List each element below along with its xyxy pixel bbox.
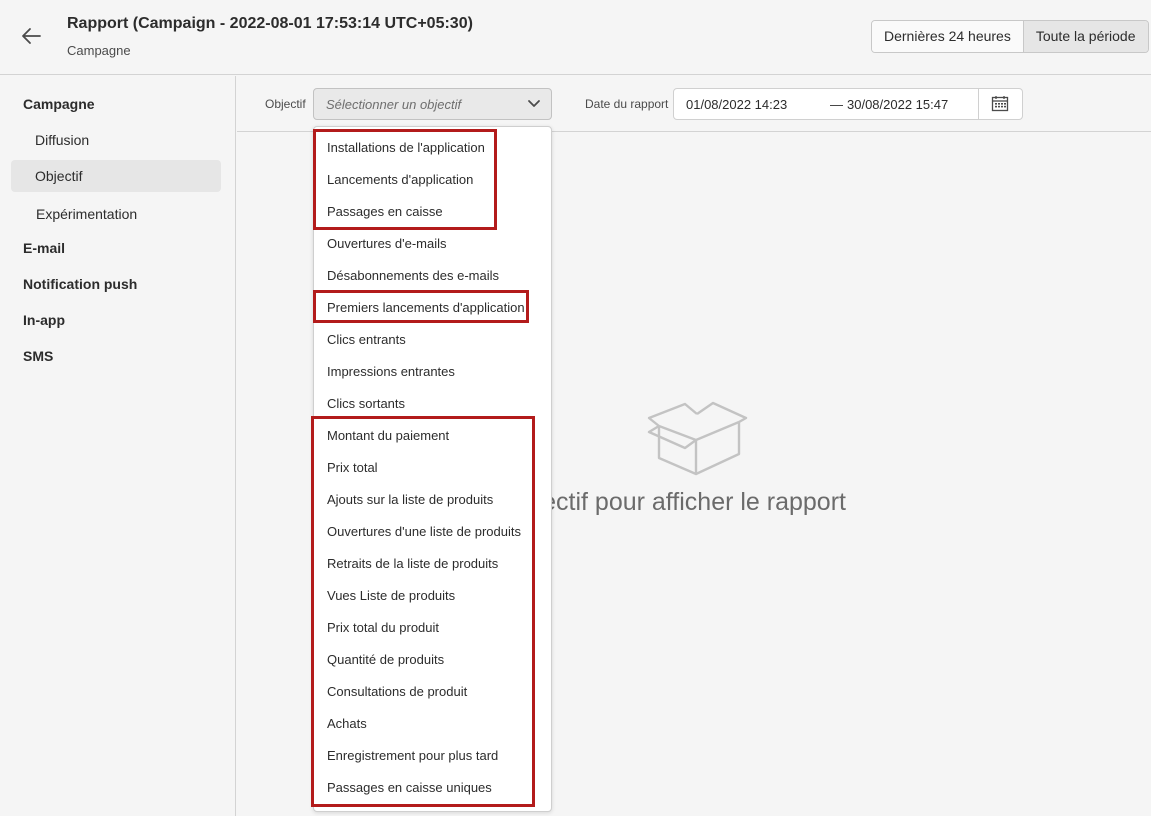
- option-product-quantity[interactable]: Quantité de produits: [327, 652, 444, 667]
- option-product-list-opens[interactable]: Ouvertures d'une liste de produits: [327, 524, 521, 539]
- option-product-total-price[interactable]: Prix total du produit: [327, 620, 439, 635]
- back-button[interactable]: [18, 24, 44, 48]
- option-outbound-clicks[interactable]: Clics sortants: [327, 396, 405, 411]
- option-email-opens[interactable]: Ouvertures d'e-mails: [327, 236, 447, 251]
- option-product-views[interactable]: Consultations de produit: [327, 684, 467, 699]
- sidebar-item-campagne[interactable]: Campagne: [23, 96, 95, 112]
- last-24-hours-button[interactable]: Dernières 24 heures: [872, 21, 1023, 52]
- option-total-price[interactable]: Prix total: [327, 460, 378, 475]
- sidebar-item-objectif[interactable]: Objectif: [35, 168, 82, 184]
- sidebar-item-in-app[interactable]: In-app: [23, 312, 65, 328]
- option-inbound-clicks[interactable]: Clics entrants: [327, 332, 406, 347]
- date-start-value: 01/08/2022 14:23: [686, 97, 788, 112]
- option-product-list-adds[interactable]: Ajouts sur la liste de produits: [327, 492, 493, 507]
- objective-dropdown-menu: Installations de l'application Lancement…: [313, 126, 552, 812]
- option-save-for-later[interactable]: Enregistrement pour plus tard: [327, 748, 498, 763]
- sidebar-item-sms[interactable]: SMS: [23, 348, 53, 364]
- option-purchases[interactable]: Achats: [327, 716, 367, 731]
- option-checkouts[interactable]: Passages en caisse: [327, 204, 443, 219]
- all-time-button[interactable]: Toute la période: [1022, 21, 1148, 52]
- calendar-button[interactable]: [978, 89, 1022, 119]
- empty-box-icon: [647, 401, 748, 476]
- option-email-unsubscribes[interactable]: Désabonnements des e-mails: [327, 268, 499, 283]
- report-date-range-field[interactable]: 01/08/2022 14:23 — 30/08/2022 15:47: [673, 88, 1023, 120]
- objective-placeholder: Sélectionner un objectif: [326, 97, 462, 112]
- arrow-left-icon: [22, 28, 41, 44]
- option-app-launches[interactable]: Lancements d'application: [327, 172, 473, 187]
- option-unique-checkouts[interactable]: Passages en caisse uniques: [327, 780, 492, 795]
- option-first-app-launches[interactable]: Premiers lancements d'application: [327, 300, 525, 315]
- option-product-list-views[interactable]: Vues Liste de produits: [327, 588, 455, 603]
- objective-select[interactable]: Sélectionner un objectif: [313, 88, 552, 120]
- calendar-icon: [991, 96, 1009, 112]
- chevron-down-icon: [528, 100, 540, 107]
- time-range-toggle: Dernières 24 heures Toute la période: [871, 20, 1149, 53]
- option-payment-amount[interactable]: Montant du paiement: [327, 428, 449, 443]
- date-end-value: 30/08/2022 15:47: [847, 97, 949, 112]
- sidebar-item-experimentation[interactable]: Expérimentation: [36, 206, 137, 222]
- date-separator: —: [830, 97, 843, 112]
- option-product-list-removals[interactable]: Retraits de la liste de produits: [327, 556, 498, 571]
- sidebar-item-diffusion[interactable]: Diffusion: [35, 132, 89, 148]
- option-app-installs[interactable]: Installations de l'application: [327, 140, 485, 155]
- report-date-label: Date du rapport: [585, 97, 669, 111]
- option-inbound-impressions[interactable]: Impressions entrantes: [327, 364, 455, 379]
- sidebar: Campagne Diffusion Objectif Expérimentat…: [0, 76, 236, 816]
- page-subtitle: Campagne: [67, 43, 131, 58]
- page-title: Rapport (Campaign - 2022-08-01 17:53:14 …: [67, 15, 473, 32]
- sidebar-item-push-notification[interactable]: Notification push: [23, 276, 137, 292]
- objective-label: Objectif: [265, 97, 306, 111]
- sidebar-item-email[interactable]: E-mail: [23, 240, 65, 256]
- page-header: Rapport (Campaign - 2022-08-01 17:53:14 …: [0, 0, 1151, 75]
